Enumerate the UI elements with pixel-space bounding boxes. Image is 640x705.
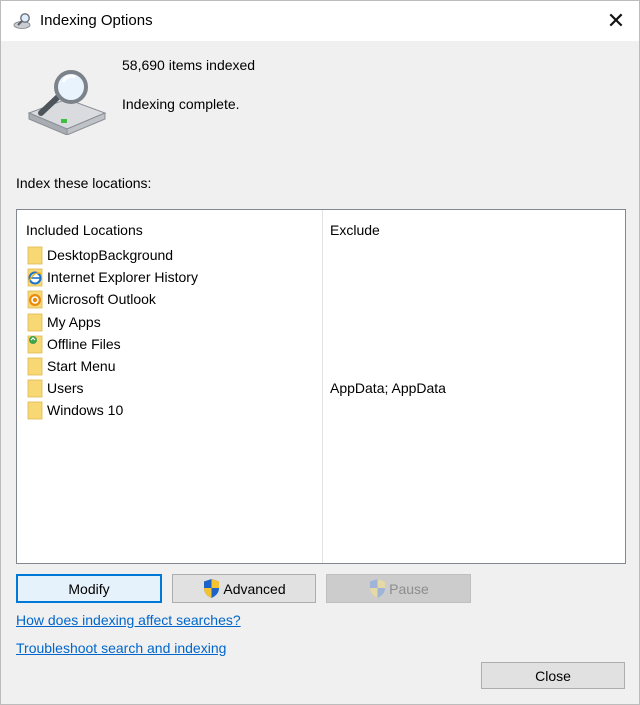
advanced-button-label: Advanced	[223, 580, 286, 597]
location-name: Microsoft Outlook	[47, 291, 156, 308]
window-title: Indexing Options	[40, 12, 153, 29]
indexing-status: Indexing complete.	[122, 96, 240, 112]
location-name: DesktopBackground	[47, 247, 174, 263]
location-row[interactable]: DesktopBackground	[26, 244, 616, 266]
location-name: Offline Files	[47, 335, 121, 352]
close-icon: ✕	[606, 8, 626, 33]
location-row[interactable]: Microsoft Outlook	[26, 288, 616, 310]
pause-button-label: Pause	[389, 580, 429, 597]
troubleshoot-search-link[interactable]: Troubleshoot search and indexing	[16, 640, 226, 656]
pause-button[interactable]: Pause	[326, 574, 471, 603]
uac-shield-icon	[370, 579, 386, 598]
close-button-label: Close	[535, 667, 571, 684]
items-indexed-count: 58,690 items indexed	[122, 57, 256, 73]
folder-icon	[27, 401, 43, 420]
index-locations-label: Index these locations:	[16, 175, 152, 191]
location-row[interactable]: Start Menu	[26, 355, 616, 377]
folder-icon	[27, 246, 43, 265]
location-row[interactable]: My Apps	[26, 311, 616, 333]
location-row[interactable]: Windows 10	[26, 399, 616, 421]
advanced-button[interactable]: Advanced	[172, 574, 316, 603]
indexing-options-icon	[13, 13, 31, 29]
location-name: Start Menu	[47, 357, 116, 374]
location-name: Users	[47, 380, 84, 397]
indexing-options-window: Indexing Options ✕ 58,690 items indexed …	[0, 0, 640, 705]
title-bar[interactable]: Indexing Options ✕	[1, 1, 639, 41]
folder-icon	[27, 357, 43, 376]
location-row[interactable]: Offline Files	[26, 333, 616, 355]
how-indexing-affects-searches-link[interactable]: How does indexing affect searches?	[16, 612, 241, 628]
location-row[interactable]: Users AppData; AppData	[26, 377, 616, 399]
indexing-drive-icon	[27, 70, 107, 135]
location-name: Windows 10	[47, 402, 124, 419]
location-row[interactable]: Internet Explorer History	[26, 266, 616, 288]
close-window-button[interactable]: ✕	[593, 1, 639, 41]
location-exclude: AppData; AppData	[330, 380, 446, 397]
outlook-icon	[27, 290, 43, 309]
folder-icon	[27, 313, 43, 331]
locations-list[interactable]: Included Locations Exclude DesktopBackgr…	[16, 209, 626, 564]
location-name: My Apps	[47, 313, 101, 330]
modify-button[interactable]: Modify	[16, 574, 162, 603]
folder-icon	[27, 379, 43, 398]
offline-files-icon	[27, 335, 43, 354]
modify-button-label: Modify	[68, 580, 110, 597]
uac-shield-icon	[204, 579, 220, 598]
column-header-exclude[interactable]: Exclude	[330, 222, 380, 238]
close-button[interactable]: Close	[481, 662, 625, 689]
internet-explorer-icon	[27, 268, 43, 287]
column-header-included[interactable]: Included Locations	[26, 222, 143, 238]
location-name: Internet Explorer History	[47, 269, 198, 286]
